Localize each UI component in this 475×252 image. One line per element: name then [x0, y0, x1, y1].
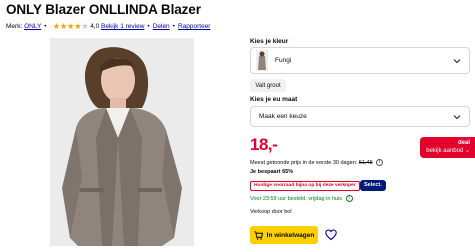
lowest-price-value: 51,45: [358, 159, 373, 166]
heart-icon[interactable]: [325, 229, 337, 241]
report-link[interactable]: Rapporteer: [178, 23, 211, 30]
size-select[interactable]: Maak een keuze: [250, 106, 470, 127]
deal-link[interactable]: bekijk aanbod: [426, 148, 463, 154]
select-badge[interactable]: Select.: [360, 180, 386, 191]
rating-value: 4,0: [90, 23, 100, 30]
separator: •: [172, 23, 175, 30]
delivery-text: Voor 23:59 uur besteld, vrijdag in huis: [250, 195, 343, 202]
info-icon[interactable]: i: [345, 195, 353, 202]
size-fit-chip: Valt groot: [250, 79, 286, 92]
product-photo-illustration: [50, 38, 194, 246]
separator: •: [147, 23, 150, 30]
review-link[interactable]: Bekijk 1 review: [101, 23, 144, 30]
cart-button-label: In winkelwagen: [266, 231, 315, 239]
separator: •: [44, 23, 47, 30]
star-icon: ★: [66, 21, 75, 31]
chevron-down-icon: [453, 114, 461, 119]
cart-icon: [254, 230, 263, 240]
price: 18,-: [250, 135, 278, 154]
product-image[interactable]: [50, 38, 194, 246]
delivery-line: Voor 23:59 uur besteld, vrijdag in huis …: [250, 195, 353, 202]
deal-banner[interactable]: deal bekijk aanbod ⌄: [420, 137, 475, 158]
brand-link[interactable]: ONLY: [24, 23, 41, 30]
info-icon[interactable]: i: [376, 159, 384, 166]
color-value: Fungi: [275, 57, 292, 64]
color-thumbnail-icon: [256, 50, 268, 71]
product-meta: Merk: ONLY • ★★★★★ 4,0 Bekijk 1 review •…: [6, 21, 210, 32]
star-icon: ★: [59, 21, 68, 31]
share-link[interactable]: Delen: [153, 23, 170, 30]
star-icon: ★: [73, 21, 82, 31]
star-icon: ★: [81, 21, 89, 31]
chevron-down-icon: [453, 58, 461, 63]
add-to-cart-button[interactable]: In winkelwagen: [250, 226, 318, 244]
color-select[interactable]: Fungi: [250, 47, 470, 74]
chevron-down-icon: ⌄: [463, 148, 470, 154]
brand-label: Merk:: [6, 23, 23, 30]
seller-text: Verkoop door bol: [250, 209, 292, 215]
size-label: Kies je eu maat: [250, 96, 298, 103]
rating-stars: ★★★★★: [53, 21, 89, 32]
size-value: Maak een keuze: [259, 113, 307, 120]
lowest-price-text: Meest getoonde prijs in de eerste 30 dag…: [250, 159, 358, 166]
star-icon: ★: [52, 21, 61, 31]
product-title: ONLY Blazer ONLLINDA Blazer: [6, 2, 201, 17]
savings-text: Je bespaart 65%: [250, 169, 294, 175]
lowest-price-line: Meest getoonde prijs in de eerste 30 dag…: [250, 159, 384, 166]
color-label: Kies je kleur: [250, 38, 289, 45]
stock-warning-badge: Huidige voorraad bijna op bij deze verko…: [250, 181, 360, 191]
deal-title: deal: [457, 140, 470, 146]
